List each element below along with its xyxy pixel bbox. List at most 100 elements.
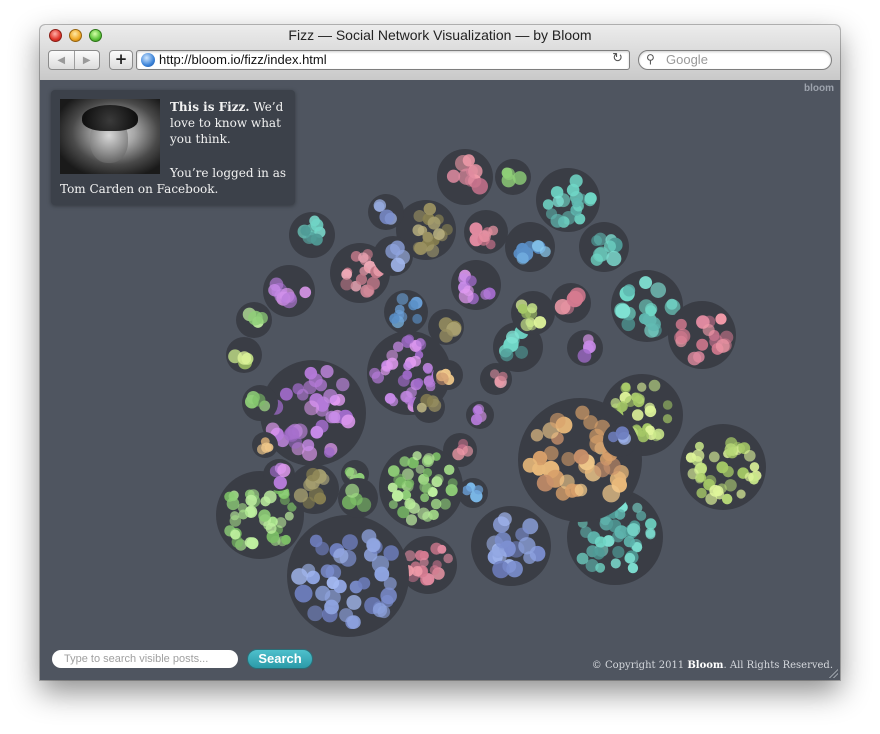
post-bubble[interactable]	[580, 526, 592, 538]
post-bubble[interactable]	[366, 276, 380, 290]
bubble-cluster[interactable]	[226, 337, 262, 373]
bubble-cluster[interactable]	[289, 212, 335, 258]
post-bubble[interactable]	[361, 529, 377, 545]
post-bubble[interactable]	[341, 414, 356, 429]
bubble-cluster[interactable]	[368, 194, 404, 230]
post-bubble[interactable]	[281, 292, 298, 309]
post-bubble[interactable]	[709, 484, 722, 497]
post-bubble[interactable]	[310, 233, 323, 246]
post-bubble[interactable]	[390, 240, 405, 256]
bubble-cluster[interactable]	[338, 478, 378, 518]
post-bubble[interactable]	[749, 462, 760, 472]
post-bubble[interactable]	[383, 545, 399, 561]
bubble-cluster[interactable]	[480, 363, 512, 395]
post-bubble[interactable]	[419, 557, 429, 567]
post-bubble[interactable]	[622, 284, 636, 297]
bubble-cluster[interactable]	[451, 260, 501, 310]
post-bubble[interactable]	[404, 498, 416, 510]
post-bubble[interactable]	[527, 303, 538, 314]
post-bubble[interactable]	[574, 483, 588, 497]
post-bubble[interactable]	[479, 230, 492, 243]
bubble-cluster[interactable]	[668, 301, 736, 369]
bubble-cluster[interactable]	[263, 459, 295, 491]
post-bubble[interactable]	[380, 365, 391, 376]
post-bubble[interactable]	[408, 300, 419, 311]
bubble-cluster[interactable]	[464, 210, 508, 254]
post-bubble[interactable]	[632, 392, 643, 403]
post-bubble[interactable]	[336, 377, 350, 392]
post-bubble[interactable]	[275, 517, 287, 529]
post-bubble[interactable]	[404, 334, 414, 344]
post-bubble[interactable]	[392, 341, 404, 352]
post-bubble[interactable]	[296, 388, 309, 401]
bubble-cluster[interactable]	[536, 168, 600, 232]
post-bubble[interactable]	[345, 483, 360, 498]
bubble-cluster[interactable]	[579, 222, 629, 272]
post-bubble[interactable]	[256, 444, 268, 455]
post-bubble[interactable]	[433, 474, 444, 485]
post-bubble[interactable]	[497, 512, 512, 527]
post-bubble[interactable]	[309, 534, 323, 548]
post-bubble[interactable]	[391, 490, 404, 502]
post-bubble[interactable]	[662, 414, 673, 424]
post-bubble[interactable]	[577, 349, 592, 363]
post-bubble[interactable]	[436, 372, 449, 386]
post-bubble[interactable]	[612, 545, 625, 559]
post-bubble[interactable]	[416, 402, 427, 413]
post-bubble[interactable]	[406, 386, 417, 398]
bubble-cluster[interactable]	[495, 159, 531, 195]
post-bubble[interactable]	[500, 348, 514, 362]
post-bubble[interactable]	[307, 605, 323, 622]
post-bubble[interactable]	[645, 303, 658, 316]
post-bubble[interactable]	[396, 293, 409, 305]
post-bubble[interactable]	[420, 493, 430, 503]
post-bubble[interactable]	[294, 584, 313, 603]
post-bubble[interactable]	[389, 313, 400, 324]
post-bubble[interactable]	[662, 400, 673, 410]
bubble-cluster[interactable]	[603, 423, 637, 457]
post-bubble[interactable]	[414, 241, 428, 256]
post-bubble[interactable]	[244, 537, 256, 548]
bubble-cluster[interactable]	[384, 290, 428, 334]
post-bubble[interactable]	[650, 282, 667, 298]
post-bubble[interactable]	[279, 495, 290, 506]
post-bubble[interactable]	[423, 202, 437, 216]
post-bubble[interactable]	[744, 449, 756, 462]
post-bubble[interactable]	[520, 318, 534, 332]
resize-handle[interactable]	[828, 668, 838, 678]
post-bubble[interactable]	[284, 511, 294, 521]
post-bubble[interactable]	[417, 507, 430, 520]
post-bubble[interactable]	[715, 339, 730, 353]
post-bubble[interactable]	[426, 244, 440, 258]
post-bubble[interactable]	[281, 534, 291, 545]
post-bubble[interactable]	[473, 485, 484, 495]
back-button[interactable]: ◀	[49, 51, 74, 69]
forward-button[interactable]: ▶	[73, 51, 100, 69]
post-bubble[interactable]	[340, 277, 353, 291]
post-bubble[interactable]	[569, 287, 586, 304]
post-bubble[interactable]	[533, 316, 547, 329]
post-bubble[interactable]	[473, 404, 485, 415]
copyright-brand[interactable]: Bloom	[687, 660, 723, 671]
bubble-cluster[interactable]	[680, 424, 766, 510]
post-bubble[interactable]	[471, 178, 488, 195]
post-bubble[interactable]	[675, 318, 687, 331]
post-bubble[interactable]	[502, 167, 515, 181]
post-bubble[interactable]	[258, 509, 271, 522]
post-bubble[interactable]	[293, 488, 308, 503]
post-bubble[interactable]	[545, 208, 558, 220]
post-bubble[interactable]	[437, 544, 447, 554]
post-bubble[interactable]	[517, 303, 528, 314]
user-avatar[interactable]	[60, 99, 160, 174]
post-bubble[interactable]	[373, 199, 387, 212]
post-bubble[interactable]	[357, 577, 371, 590]
post-bubble[interactable]	[377, 605, 391, 619]
post-bubble[interactable]	[639, 276, 653, 290]
post-bubble[interactable]	[715, 313, 727, 325]
post-bubble[interactable]	[636, 510, 647, 521]
post-bubble[interactable]	[708, 451, 720, 463]
post-bubble[interactable]	[419, 481, 431, 493]
post-bubble[interactable]	[320, 564, 335, 579]
post-bubble[interactable]	[313, 492, 327, 505]
post-bubble[interactable]	[603, 240, 616, 253]
